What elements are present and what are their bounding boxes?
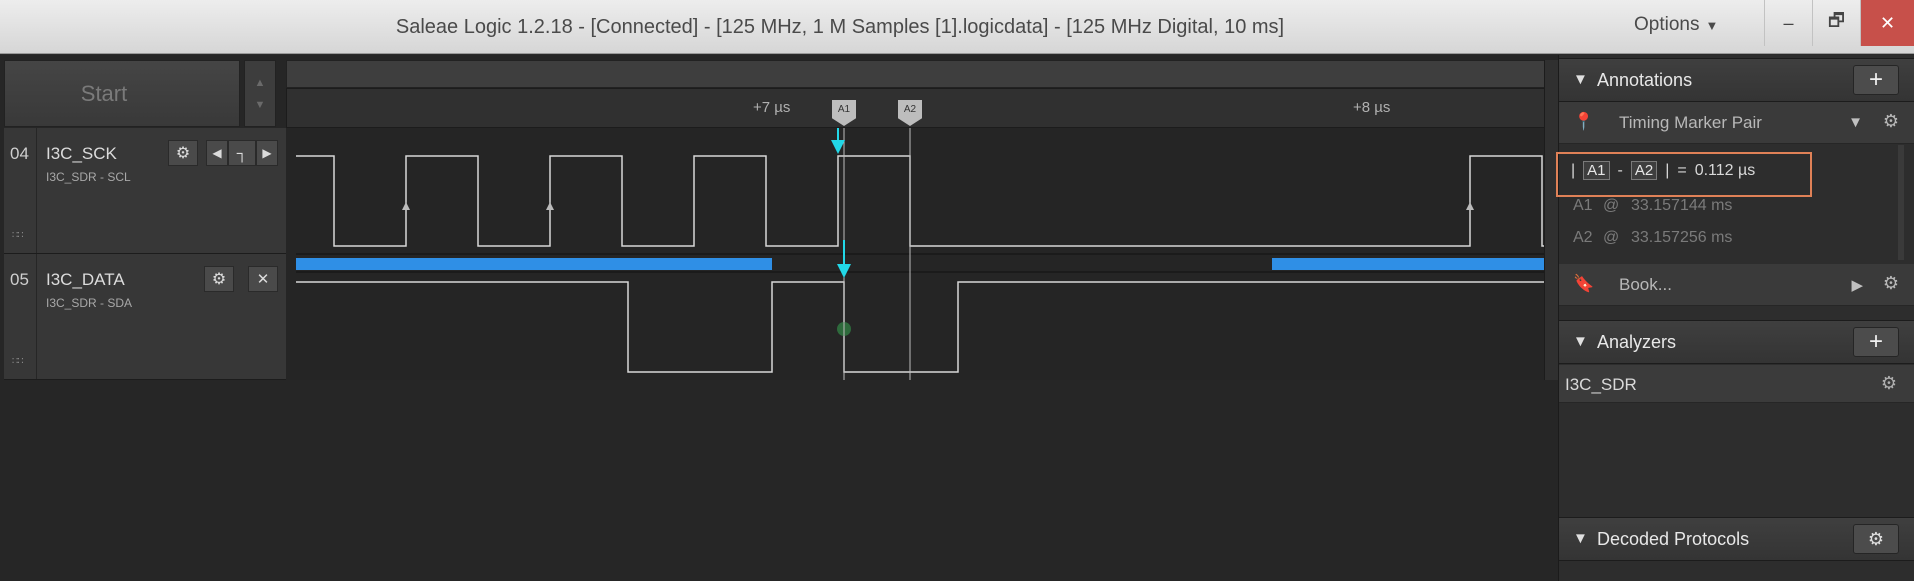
timeline-overview[interactable] bbox=[286, 60, 1546, 88]
analyzers-title: Analyzers bbox=[1597, 332, 1677, 352]
marker-a2-time: 33.157256 ms bbox=[1631, 229, 1733, 246]
channel-number: 05 bbox=[10, 270, 29, 289]
start-button[interactable]: Start bbox=[4, 60, 240, 127]
arrow-right-icon: ▶ bbox=[262, 146, 272, 160]
marker-a1-time: 33.157144 ms bbox=[1631, 197, 1733, 214]
annotation-name[interactable]: Timing Marker Pair bbox=[1619, 113, 1762, 133]
collapse-triangle-icon[interactable]: ▼ bbox=[1573, 333, 1588, 350]
annotations-scrollbar[interactable] bbox=[1898, 145, 1904, 260]
drag-handle-icon[interactable]: ∷∷ bbox=[12, 356, 24, 367]
arrow-left-icon: ◀ bbox=[212, 146, 222, 160]
decoded-protocols-title: Decoded Protocols bbox=[1597, 529, 1750, 549]
pin-icon: 📍 bbox=[1573, 112, 1595, 131]
arrow-up-icon: ▲ bbox=[254, 76, 266, 89]
options-label: Options bbox=[1634, 14, 1700, 35]
sck-waveform bbox=[296, 155, 1546, 247]
gear-icon: ⚙ bbox=[211, 271, 227, 288]
decoded-settings-button[interactable]: ⚙ bbox=[1853, 524, 1899, 554]
drag-handle-icon[interactable]: ∷∷ bbox=[12, 230, 24, 241]
tick-label-8us: +8 µs bbox=[1353, 99, 1391, 116]
channel-row-i3c-data[interactable]: 05 I3C_DATA I3C_SDR - SDA ∷∷ ⚙ ✕ bbox=[4, 254, 286, 380]
trigger-edge-button[interactable]: ┐ bbox=[228, 140, 256, 166]
channel-number: 04 bbox=[10, 144, 29, 163]
chevron-down-icon: ▼ bbox=[1705, 18, 1719, 33]
channel-divider bbox=[36, 254, 37, 379]
side-panel: ▼ Annotations + 📍 Timing Marker Pair ▼ ⚙… bbox=[1558, 55, 1914, 581]
waveform-area[interactable] bbox=[286, 108, 1546, 380]
tick-label-7us: +7 µs bbox=[753, 99, 791, 116]
close-button[interactable]: ✕ bbox=[1860, 0, 1914, 46]
channel-name[interactable]: I3C_DATA bbox=[46, 270, 125, 290]
title-bar: Saleae Logic 1.2.18 - [Connected] - [125… bbox=[0, 0, 1914, 54]
annotation-row-timing-pair[interactable]: 📍 Timing Marker Pair ▼ ⚙ bbox=[1559, 102, 1914, 144]
remove-trigger-button[interactable]: ✕ bbox=[248, 266, 278, 292]
measurement-highlight bbox=[1556, 152, 1812, 197]
decoded-frame[interactable] bbox=[1272, 258, 1546, 270]
gear-icon[interactable]: ⚙ bbox=[1881, 373, 1897, 394]
at-sign: @ bbox=[1603, 229, 1620, 246]
close-icon: ✕ bbox=[256, 271, 270, 288]
gear-icon: ⚙ bbox=[175, 145, 191, 162]
at-sign: @ bbox=[1603, 197, 1620, 214]
channel-name[interactable]: I3C_SCK bbox=[46, 144, 117, 164]
channel-subtitle: I3C_SDR - SDA bbox=[46, 296, 133, 310]
decoded-frame[interactable] bbox=[296, 258, 772, 270]
waveform-canvas bbox=[296, 108, 1546, 380]
analyzer-name[interactable]: I3C_SDR bbox=[1565, 375, 1637, 395]
annotation-row-bookmark[interactable]: 🔖 Book... ▶ ⚙ bbox=[1559, 264, 1914, 306]
bookmark-name[interactable]: Book... bbox=[1619, 275, 1672, 295]
channel-settings-button[interactable]: ⚙ bbox=[204, 266, 234, 292]
vertical-scrollbar[interactable] bbox=[1544, 60, 1558, 380]
falling-edge-icon: ┐ bbox=[236, 144, 248, 162]
analyzers-header[interactable]: ▼ Analyzers + bbox=[1559, 320, 1914, 364]
annotations-header[interactable]: ▼ Annotations + bbox=[1559, 58, 1914, 102]
expand-triangle-icon[interactable]: ▶ bbox=[1851, 276, 1863, 294]
marker-a1-label: A1 bbox=[1573, 197, 1593, 214]
decoded-protocols-header[interactable]: ▼ Decoded Protocols ⚙ bbox=[1559, 517, 1914, 561]
expand-triangle-icon[interactable]: ▼ bbox=[1848, 114, 1863, 131]
add-analyzer-button[interactable]: + bbox=[1853, 327, 1899, 357]
restore-button[interactable]: 🗗 bbox=[1812, 0, 1860, 46]
gear-icon: ⚙ bbox=[1867, 529, 1885, 549]
window-title: Saleae Logic 1.2.18 - [Connected] - [125… bbox=[395, 16, 1285, 38]
gear-icon[interactable]: ⚙ bbox=[1883, 111, 1899, 132]
data-waveform bbox=[296, 281, 1546, 373]
rising-edge-marker bbox=[402, 202, 410, 210]
channel-divider bbox=[36, 128, 37, 253]
annotations-title: Annotations bbox=[1597, 70, 1693, 90]
arrow-down-icon: ▼ bbox=[254, 98, 266, 111]
collapse-triangle-icon[interactable]: ▼ bbox=[1573, 530, 1588, 547]
analyzer-row[interactable]: I3C_SDR ⚙ bbox=[1559, 365, 1914, 403]
options-menu[interactable]: Options ▼ bbox=[1634, 14, 1718, 36]
cursor-arrowhead bbox=[837, 264, 851, 278]
marker-a2-label: A2 bbox=[1573, 229, 1593, 246]
bookmark-icon: 🔖 bbox=[1573, 274, 1595, 293]
rising-edge-marker bbox=[1466, 202, 1474, 210]
collapse-triangle-icon[interactable]: ▼ bbox=[1573, 71, 1588, 88]
start-options-spinner[interactable]: ▲ ▼ bbox=[244, 60, 276, 127]
add-annotation-button[interactable]: + bbox=[1853, 65, 1899, 95]
prev-edge-button[interactable]: ◀ bbox=[206, 140, 228, 166]
gear-icon[interactable]: ⚙ bbox=[1883, 273, 1899, 294]
channel-subtitle: I3C_SDR - SCL bbox=[46, 170, 131, 184]
cursor-arrowhead bbox=[831, 140, 845, 154]
minimize-button[interactable]: – bbox=[1764, 0, 1812, 46]
channel-settings-button[interactable]: ⚙ bbox=[168, 140, 198, 166]
rising-edge-marker bbox=[546, 202, 554, 210]
next-edge-button[interactable]: ▶ bbox=[256, 140, 278, 166]
channel-row-i3c-sck[interactable]: 04 I3C_SCK I3C_SDR - SCL ∷∷ ⚙ ◀ ┐ ▶ bbox=[4, 128, 286, 254]
